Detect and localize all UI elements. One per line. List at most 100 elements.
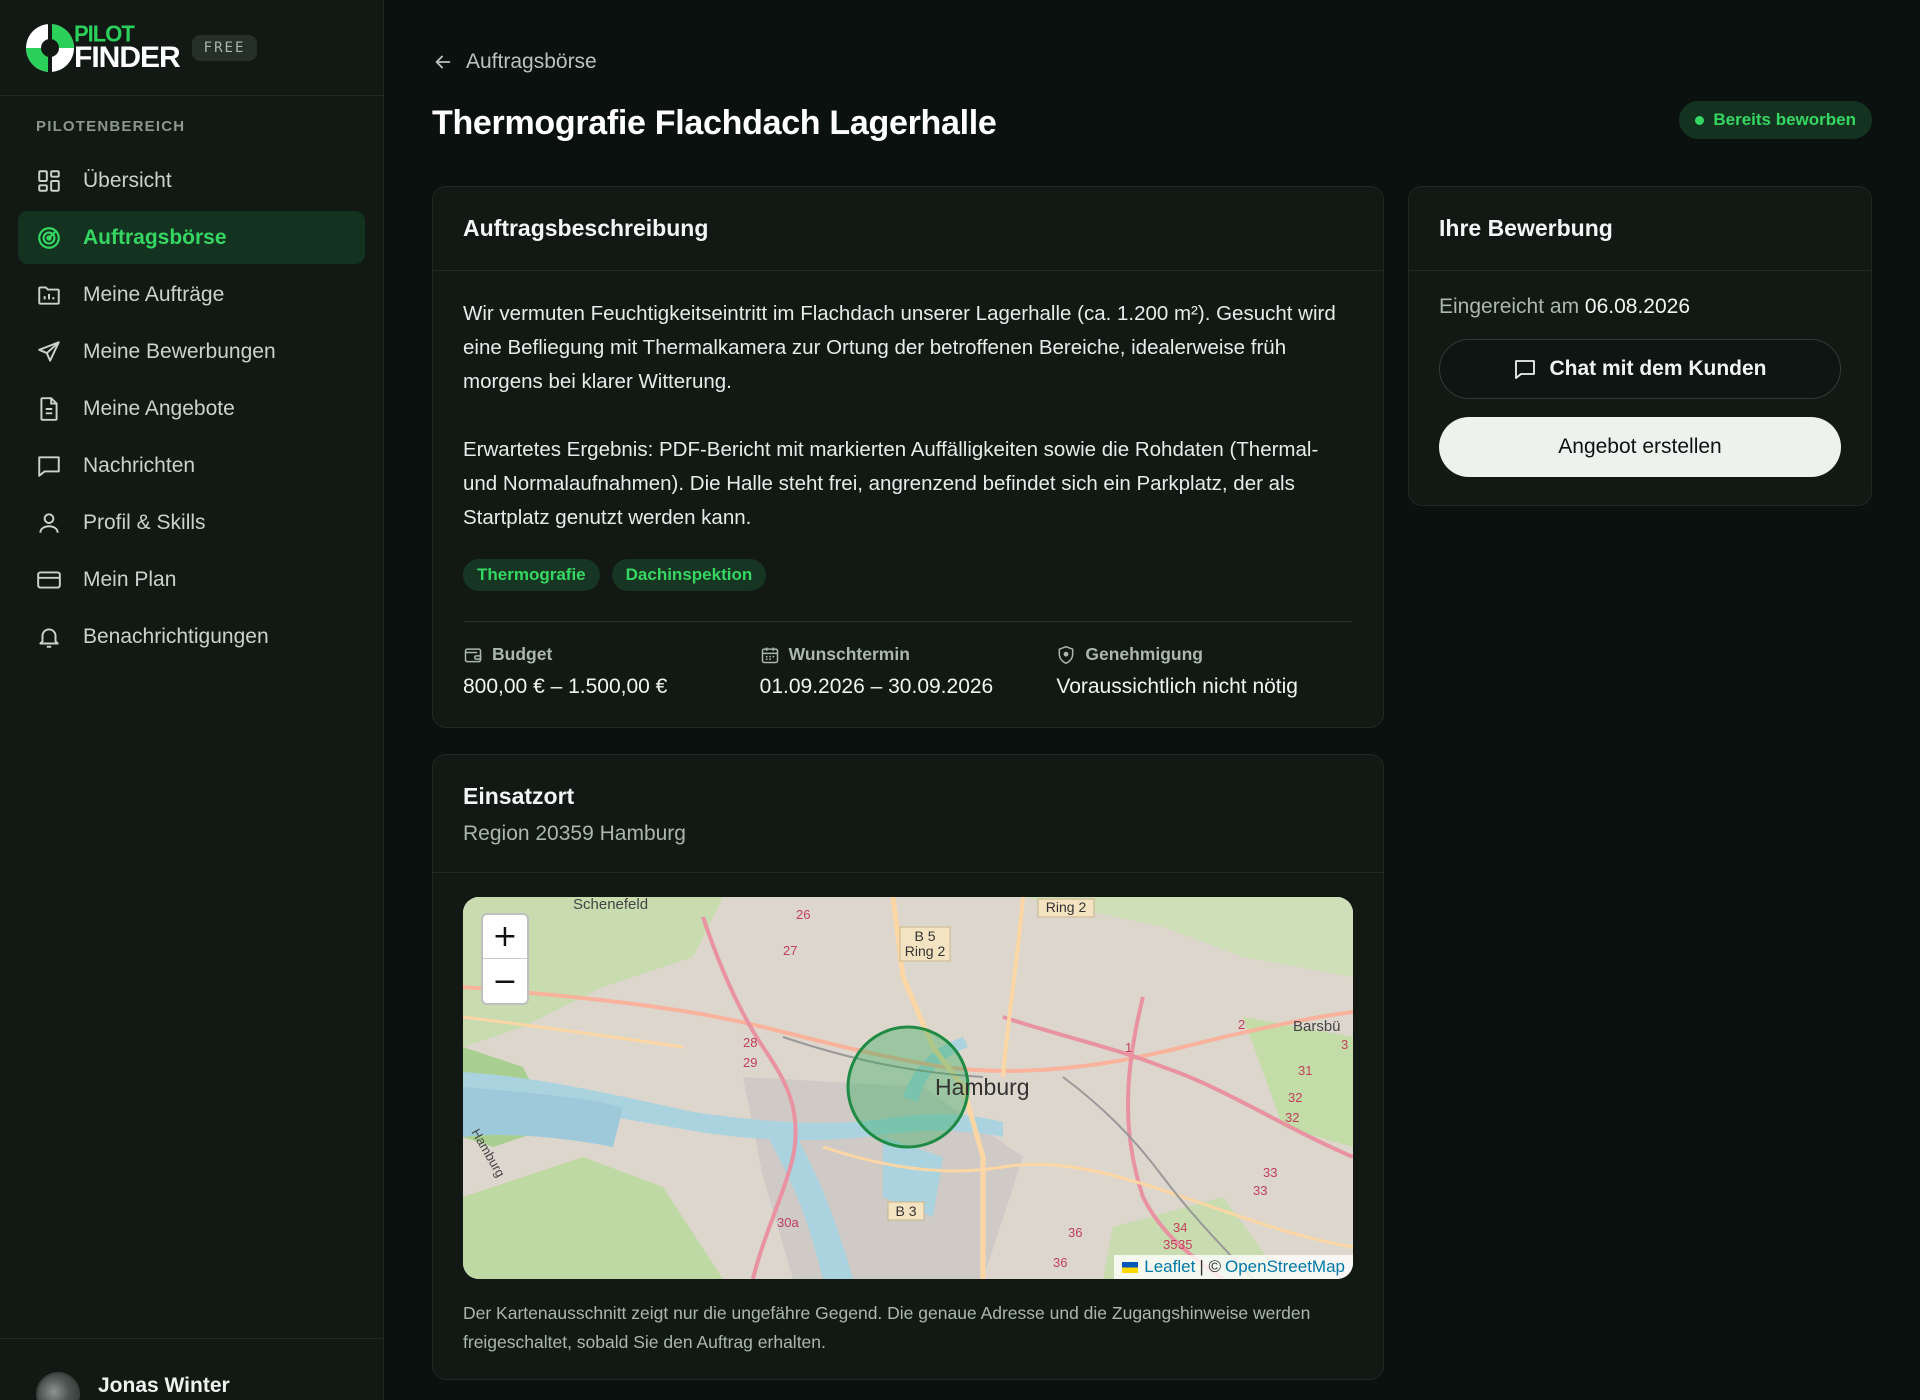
logo-wordmark: PILOT FINDER xyxy=(74,19,181,74)
sidebar-item-profil-skills[interactable]: Profil & Skills xyxy=(18,496,365,549)
divider xyxy=(463,621,1353,622)
location-region: Region 20359 Hamburg xyxy=(463,822,686,845)
map-disclaimer: Der Kartenausschnitt zeigt nur die ungef… xyxy=(463,1303,1311,1352)
sidebar-item-nachrichten[interactable]: Nachrichten xyxy=(18,439,365,492)
leaflet-link[interactable]: Leaflet xyxy=(1144,1257,1195,1277)
map-place-label: Schenefeld xyxy=(573,897,648,913)
map-place-label: Barsbü xyxy=(1293,1018,1341,1035)
location-card-title: Einsatzort xyxy=(463,783,575,809)
radar-icon xyxy=(38,226,60,249)
status-dot-icon xyxy=(1695,115,1705,125)
dashboard-grid-icon xyxy=(38,169,60,192)
chat-with-customer-button[interactable]: Chat mit dem Kunden xyxy=(1439,339,1841,399)
map-road-number: 1 xyxy=(1125,1040,1132,1055)
map-road-number: 2 xyxy=(1238,1017,1245,1032)
sidebar-item-meine-auftraege[interactable]: Meine Aufträge xyxy=(18,268,365,321)
application-body: Eingereicht am 06.08.2026 Chat mit dem K… xyxy=(1409,271,1871,477)
map-road-number: 34 xyxy=(1173,1220,1187,1235)
chat-bubble-icon xyxy=(38,455,60,477)
fact-value: 01.09.2026 – 30.09.2026 xyxy=(759,675,994,698)
location-map[interactable]: B 5 Ring 2 Ring 2 B 3 26 27 28 29 30a 31 xyxy=(463,897,1353,1279)
sidebar-item-meine-angebote[interactable]: Meine Angebote xyxy=(18,382,365,435)
sidebar-item-label: Auftragsbörse xyxy=(83,225,227,249)
sidebar-item-benachrichtigungen[interactable]: Benachrichtigungen xyxy=(18,610,365,663)
logo-wordmark-line2: FINDER xyxy=(74,40,181,74)
sidebar-item-meine-bewerbungen[interactable]: Meine Bewerbungen xyxy=(18,325,365,378)
map-road-label: Ring 2 xyxy=(1046,899,1087,915)
map-road-number: 30a xyxy=(777,1215,799,1230)
logo-wordmark-line1: PILOT xyxy=(74,19,135,47)
fact-label: Wunschtermin xyxy=(760,644,1057,665)
sidebar-item-label: Meine Aufträge xyxy=(83,282,225,306)
map-road-number: 28 xyxy=(743,1035,757,1050)
status-badge: Bereits beworben xyxy=(1679,101,1872,139)
submitted-label: Eingereicht am xyxy=(1439,295,1580,318)
description-card-header: Auftragsbeschreibung xyxy=(433,187,1383,271)
sidebar-item-uebersicht[interactable]: Übersicht xyxy=(18,154,365,207)
plan-badge: FREE xyxy=(191,34,258,61)
status-badge-label: Bereits beworben xyxy=(1713,110,1856,129)
avatar[interactable] xyxy=(36,1372,80,1400)
page-title: Thermografie Flachdach Lagerhalle xyxy=(432,104,997,142)
description-card: Auftragsbeschreibung Wir vermuten Feucht… xyxy=(432,186,1384,728)
map-road-number: 32 xyxy=(1285,1110,1299,1125)
submitted-date: 06.08.2026 xyxy=(1584,295,1691,318)
sidebar-item-label: Übersicht xyxy=(83,168,172,192)
main-content: Auftragsbörse Thermografie Flachdach Lag… xyxy=(384,0,1920,1400)
zoom-in-button[interactable]: + xyxy=(483,915,527,959)
credit-card-icon xyxy=(37,570,61,589)
map-road-number: 32 xyxy=(1288,1090,1302,1105)
location-card: Einsatzort Region 20359 Hamburg B 5 Ring… xyxy=(432,754,1384,1380)
wallet-icon xyxy=(464,647,482,662)
fact-label-text: Budget xyxy=(492,644,553,664)
attribution-separator: | © xyxy=(1199,1257,1221,1276)
pilotfinder-logo-icon[interactable] xyxy=(24,21,76,74)
sidebar-item-label: Profil & Skills xyxy=(83,510,206,534)
fact-label-text: Wunschtermin xyxy=(788,644,910,664)
fact-genehmigung: Genehmigung Voraussichtlich nicht nötig xyxy=(1056,644,1353,699)
back-link[interactable]: Auftragsbörse xyxy=(432,50,597,74)
job-facts: Budget 800,00 € – 1.500,00 € Wunschtermi… xyxy=(463,644,1353,699)
zoom-out-button[interactable]: − xyxy=(483,959,527,1003)
tag-dachinspektion: Dachinspektion xyxy=(611,559,767,591)
document-icon xyxy=(40,396,58,421)
bell-icon xyxy=(39,627,59,648)
sidebar-item-label: Benachrichtigungen xyxy=(83,624,269,648)
create-offer-button[interactable]: Angebot erstellen xyxy=(1439,417,1841,477)
description-paragraph: Wir vermuten Feuchtigkeitseintritt im Fl… xyxy=(463,302,1336,393)
fact-label-text: Genehmigung xyxy=(1085,644,1203,664)
map-road-label: Ring 2 xyxy=(905,943,946,959)
brand-header: PILOT FINDER FREE xyxy=(0,0,383,96)
arrow-left-icon xyxy=(435,55,451,69)
app-root: PILOT FINDER FREE PILOTENBEREICH Übersic… xyxy=(0,0,1920,1400)
sidebar-item-auftragsboerse[interactable]: Auftragsbörse xyxy=(18,211,365,264)
fact-label: Budget xyxy=(463,644,760,665)
submitted-date-line: Eingereicht am 06.08.2026 xyxy=(1439,295,1841,319)
map-road-number: 33 xyxy=(1253,1183,1267,1198)
user-profile[interactable]: Jonas Winter xyxy=(0,1338,383,1400)
openstreetmap-link[interactable]: OpenStreetMap xyxy=(1225,1257,1345,1277)
map-road-number: 36 xyxy=(1053,1255,1067,1270)
folder-chart-icon xyxy=(38,285,60,305)
map-road-label: B 5 xyxy=(914,928,935,944)
map-tiles[interactable]: B 5 Ring 2 Ring 2 B 3 26 27 28 29 30a 31 xyxy=(463,897,1353,1279)
sidebar-item-mein-plan[interactable]: Mein Plan xyxy=(18,553,365,606)
sidebar-item-label: Meine Bewerbungen xyxy=(83,339,276,363)
chat-button-label: Chat mit dem Kunden xyxy=(1549,357,1767,380)
send-icon xyxy=(38,340,60,362)
user-name: Jonas Winter xyxy=(98,1374,230,1397)
sidebar-item-label: Nachrichten xyxy=(83,453,196,477)
sidebar-nav: Übersicht Auftragsbörse Meine Aufträge M… xyxy=(0,154,383,663)
map-road-number: 29 xyxy=(743,1055,757,1070)
location-card-header: Einsatzort Region 20359 Hamburg xyxy=(433,755,1383,873)
map-city-label: Hamburg xyxy=(935,1074,1030,1100)
tag-list: Thermografie Dachinspektion xyxy=(463,559,1353,591)
fact-value: Voraussichtlich nicht nötig xyxy=(1056,675,1298,698)
description-paragraph: Erwartetes Ergebnis: PDF-Bericht mit mar… xyxy=(463,438,1319,529)
map-road-number: 36 xyxy=(1068,1225,1082,1240)
user-icon xyxy=(39,512,59,533)
ukraine-flag-icon xyxy=(1122,1261,1139,1273)
calendar-icon xyxy=(761,647,778,663)
fact-value: 800,00 € – 1.500,00 € xyxy=(463,675,668,698)
application-card-header: Ihre Bewerbung xyxy=(1409,187,1871,271)
